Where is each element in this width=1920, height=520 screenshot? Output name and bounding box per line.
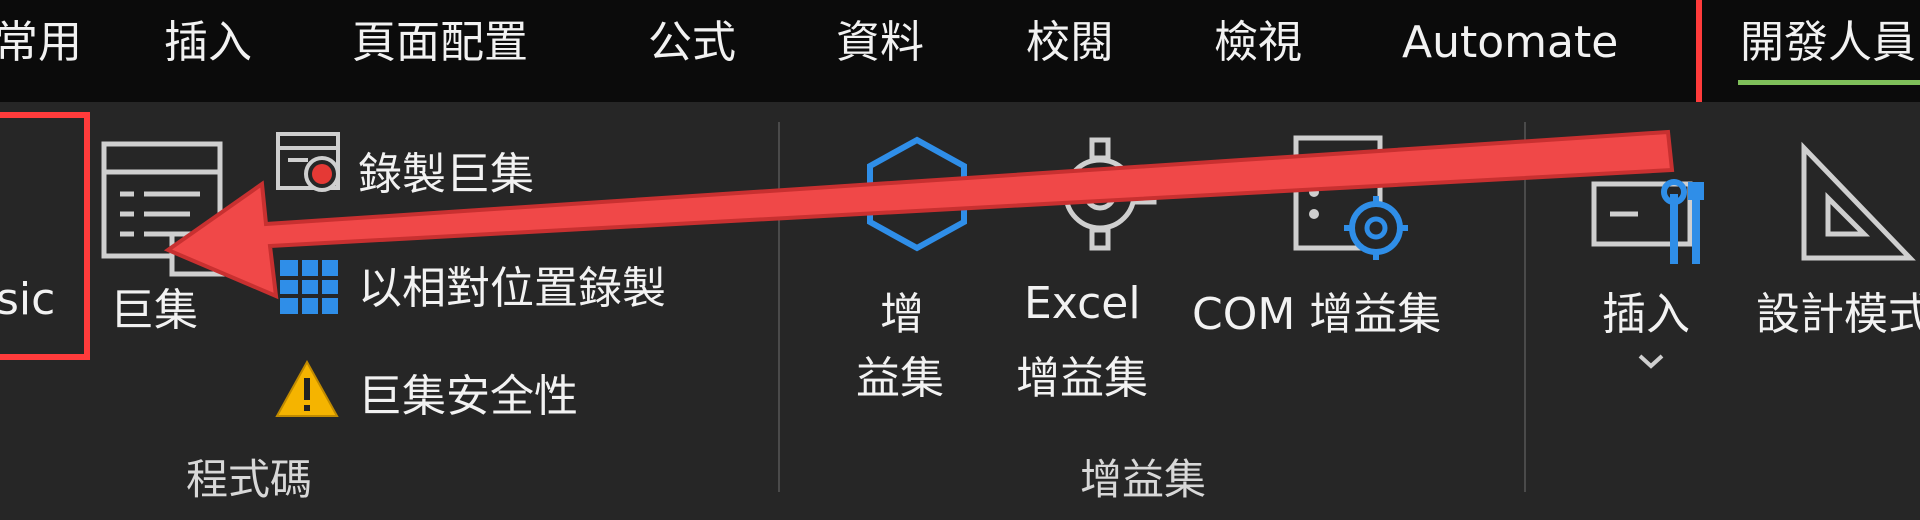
visual-basic-button-label[interactable]: sic xyxy=(0,274,55,325)
group-divider xyxy=(778,122,780,492)
relative-reference-icon[interactable] xyxy=(276,252,342,318)
record-macro-icon[interactable] xyxy=(274,128,344,198)
tab-page-layout[interactable]: 頁面配置 xyxy=(352,8,528,78)
warning-icon[interactable] xyxy=(274,358,340,420)
tab-home[interactable]: 常用 xyxy=(0,8,82,78)
addins-group-name: 增益集 xyxy=(1080,455,1207,504)
code-group-name: 程式碼 xyxy=(186,455,313,504)
excel-addins-gear-icon[interactable] xyxy=(1040,134,1160,254)
relative-reference-label[interactable]: 以相對位置錄製 xyxy=(358,252,666,316)
developer-tab-highlight-box xyxy=(1696,0,1920,110)
design-mode-label[interactable]: 設計模式 xyxy=(1756,278,1920,342)
com-addins-label[interactable]: COM 增益集 xyxy=(1192,278,1441,342)
insert-controls-label[interactable]: 插入 xyxy=(1602,278,1690,342)
macro-security-label[interactable]: 巨集安全性 xyxy=(358,360,578,424)
addins-label-line1[interactable]: 增 xyxy=(880,278,924,342)
ribbon-panel: sic 巨集 錄製巨集 以相對位置錄製 巨集安全性 程式碼 增 益集 Excel… xyxy=(0,102,1920,520)
record-macro-label[interactable]: 錄製巨集 xyxy=(358,138,534,202)
tab-automate[interactable]: Automate xyxy=(1402,8,1618,78)
insert-controls-icon[interactable] xyxy=(1590,154,1720,274)
addins-label-line2[interactable]: 益集 xyxy=(856,342,944,406)
tab-review[interactable]: 校閱 xyxy=(1026,8,1114,78)
ribbon-tab-bar: 常用 插入 頁面配置 公式 資料 校閱 檢視 Automate 開發人員 xyxy=(0,0,1920,110)
chevron-down-icon[interactable] xyxy=(1636,352,1666,372)
tab-view[interactable]: 檢視 xyxy=(1214,8,1302,78)
tab-insert[interactable]: 插入 xyxy=(164,8,252,78)
design-mode-icon[interactable] xyxy=(1794,138,1920,268)
macros-icon[interactable] xyxy=(100,138,230,278)
tab-formulas[interactable]: 公式 xyxy=(648,8,736,78)
macros-button-label[interactable]: 巨集 xyxy=(110,274,198,338)
com-addins-icon[interactable] xyxy=(1290,132,1414,262)
excel-addins-label-line2[interactable]: 增益集 xyxy=(1016,342,1148,406)
excel-addins-label-line1[interactable]: Excel xyxy=(1024,278,1141,329)
group-divider xyxy=(1524,122,1526,492)
addins-icon[interactable] xyxy=(862,134,972,254)
tab-data[interactable]: 資料 xyxy=(836,8,924,78)
